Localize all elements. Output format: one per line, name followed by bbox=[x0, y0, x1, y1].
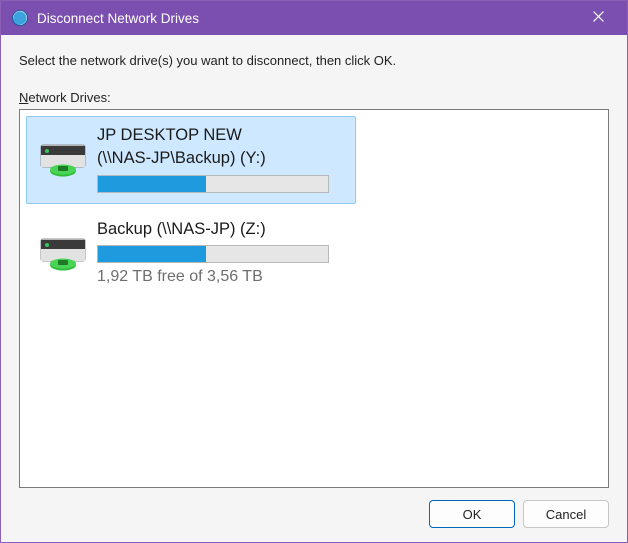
button-row: OK Cancel bbox=[19, 488, 609, 528]
usage-fill bbox=[98, 246, 206, 262]
drive-free-text: 1,92 TB free of 3,56 TB bbox=[97, 268, 345, 286]
instruction-text: Select the network drive(s) you want to … bbox=[19, 53, 609, 68]
drive-info: Backup (\\NAS-JP) (Z:) 1,92 TB free of 3… bbox=[97, 219, 345, 286]
network-drive-icon bbox=[37, 141, 89, 181]
drive-name: JP DESKTOP NEW bbox=[97, 125, 345, 146]
network-drive-sys-icon bbox=[11, 9, 29, 27]
usage-bar bbox=[97, 175, 329, 193]
drive-path: (\\NAS-JP\Backup) (Y:) bbox=[97, 148, 345, 169]
drive-name: Backup (\\NAS-JP) (Z:) bbox=[97, 219, 345, 240]
dialog-body: Select the network drive(s) you want to … bbox=[1, 35, 627, 542]
window-title: Disconnect Network Drives bbox=[37, 11, 575, 26]
close-icon bbox=[593, 9, 604, 27]
drive-item-y[interactable]: JP DESKTOP NEW (\\NAS-JP\Backup) (Y:) bbox=[26, 116, 356, 204]
cancel-button[interactable]: Cancel bbox=[523, 500, 609, 528]
cancel-button-label: Cancel bbox=[546, 507, 586, 522]
network-drive-icon bbox=[37, 235, 89, 275]
network-drives-listbox[interactable]: JP DESKTOP NEW (\\NAS-JP\Backup) (Y:) bbox=[19, 109, 609, 488]
usage-fill bbox=[98, 176, 206, 192]
drive-item-z[interactable]: Backup (\\NAS-JP) (Z:) 1,92 TB free of 3… bbox=[26, 210, 356, 297]
ok-button-label: OK bbox=[463, 507, 482, 522]
usage-bar bbox=[97, 245, 329, 263]
titlebar[interactable]: Disconnect Network Drives bbox=[1, 1, 627, 35]
drive-info: JP DESKTOP NEW (\\NAS-JP\Backup) (Y:) bbox=[97, 125, 345, 193]
ok-button[interactable]: OK bbox=[429, 500, 515, 528]
close-button[interactable] bbox=[575, 3, 621, 33]
dialog-window: Disconnect Network Drives Select the net… bbox=[0, 0, 628, 543]
list-label: Network Drives: bbox=[19, 90, 609, 105]
